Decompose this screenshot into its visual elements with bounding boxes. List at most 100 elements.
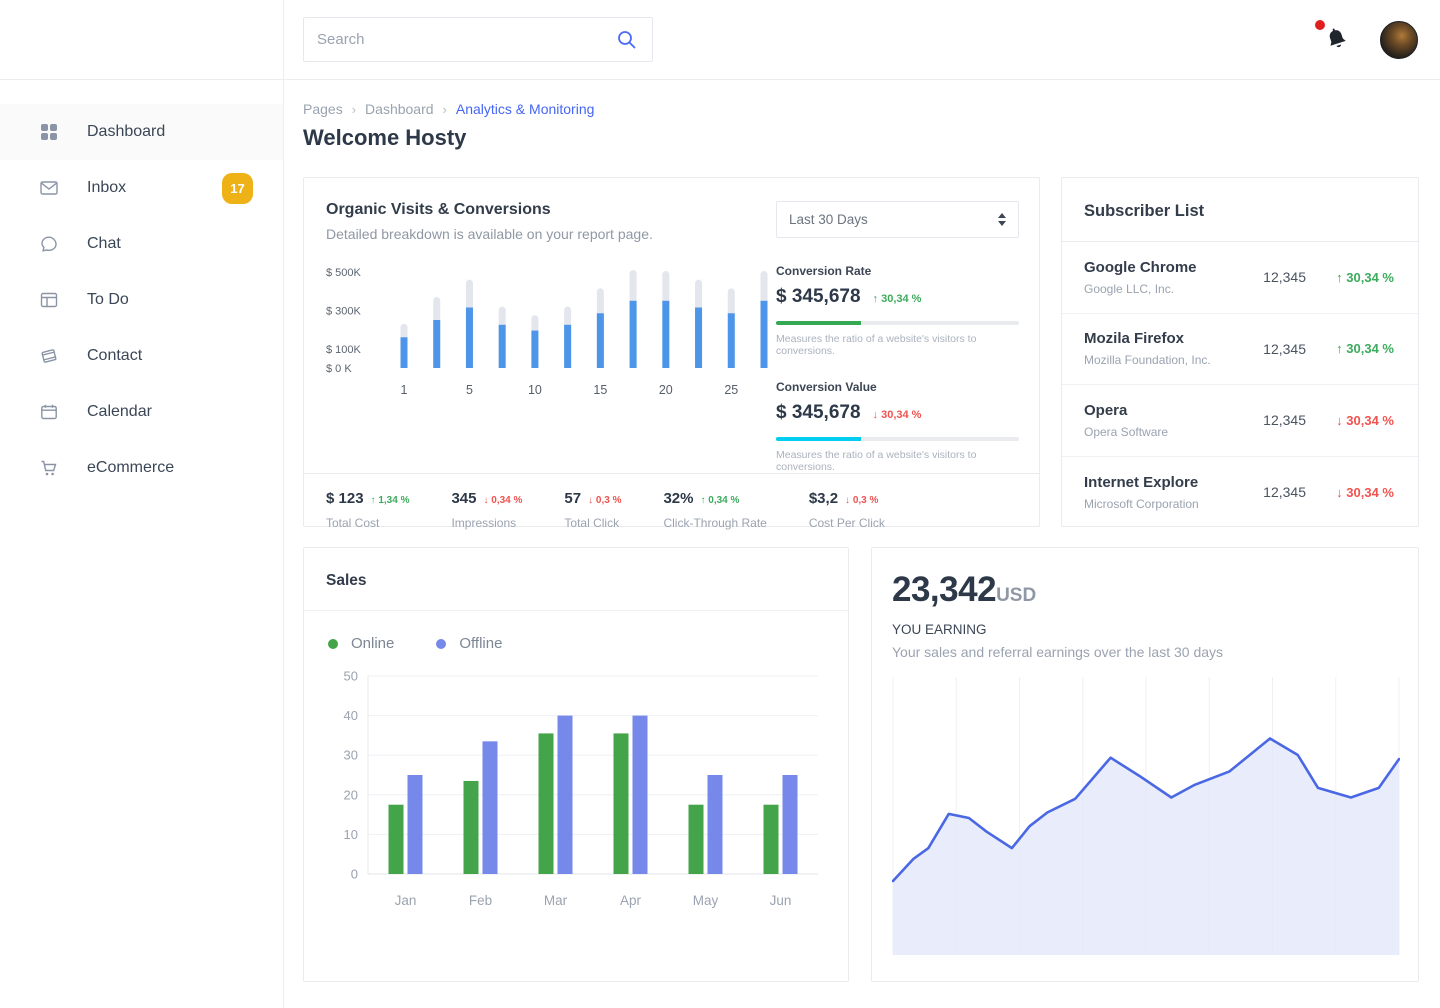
sales-card: Sales OnlineOffline 01020304050JanFebMar… <box>303 547 849 982</box>
sidebar-item-label: Chat <box>87 235 121 253</box>
breadcrumb-separator: › <box>443 102 447 117</box>
user-avatar[interactable] <box>1380 21 1418 59</box>
earnings-subtitle: Your sales and referral earnings over th… <box>892 644 1394 660</box>
inbox-badge: 17 <box>222 173 253 204</box>
subscriber-company: Microsoft Corporation <box>1084 497 1263 511</box>
sidebar-item-ecommerce[interactable]: eCommerce <box>0 440 283 496</box>
organic-bar-chart: $ 500K$ 300K$ 100K$ 0 K1510152025 <box>326 256 776 404</box>
svg-text:50: 50 <box>344 669 358 684</box>
stat-block: $ 123↑ 1,34 %Total Cost <box>326 490 409 530</box>
sidebar-item-label: Contact <box>87 347 142 365</box>
subscriber-name: Internet Explore <box>1084 474 1263 491</box>
sidebar-item-inbox[interactable]: Inbox17 <box>0 160 283 216</box>
earnings-card: 23,342 USD YOU EARNING Your sales and re… <box>871 547 1419 982</box>
stat-block: 57↓ 0,3 %Total Click <box>564 490 621 530</box>
svg-text:$ 500K: $ 500K <box>326 267 362 279</box>
subscriber-company: Opera Software <box>1084 425 1263 439</box>
stat-value-row: $ 123↑ 1,34 % <box>326 490 409 507</box>
breadcrumb: Pages › Dashboard › Analytics & Monitori… <box>303 101 1419 117</box>
stat-block: 32%↑ 0,34 % Click-Through Rate <box>663 490 766 530</box>
svg-text:$ 0 K: $ 0 K <box>326 363 352 375</box>
subscriber-info: OperaOpera Software <box>1084 402 1263 439</box>
logo-area <box>0 0 283 80</box>
sales-bar-chart: 01020304050JanFebMarAprMayJun <box>320 664 828 912</box>
sidebar: Dashboard Inbox17 Chat To Do Contact Calendar… <box>0 0 284 1008</box>
stat-block: $3,2↓ 0,3 %Cost Per Click <box>809 490 885 530</box>
contact-icon <box>38 345 60 367</box>
organic-card-heading: Organic Visits & Conversions Detailed br… <box>326 201 653 242</box>
subscriber-count: 12,345 <box>1263 412 1306 428</box>
svg-text:0: 0 <box>351 867 358 882</box>
sidebar-item-calendar[interactable]: Calendar <box>0 384 283 440</box>
conversion-value-row: $ 345,678↓ 30,34 % <box>776 402 1019 424</box>
calendar-icon <box>38 401 60 423</box>
subscriber-delta: ↓ 30,34 % <box>1324 413 1394 428</box>
conversion-value: $ 345,678 <box>776 286 861 308</box>
stat-label: Click-Through Rate <box>663 516 766 530</box>
svg-text:Mar: Mar <box>544 893 568 908</box>
svg-text:30: 30 <box>344 748 358 763</box>
conversion-progress-fill <box>776 437 861 441</box>
svg-text:10: 10 <box>528 383 542 397</box>
subscriber-name: Mozila Firefox <box>1084 330 1263 347</box>
subscriber-count: 12,345 <box>1263 341 1306 357</box>
sidebar-item-contact[interactable]: Contact <box>0 328 283 384</box>
conversion-label: Conversion Rate <box>776 264 1019 278</box>
subscriber-row[interactable]: OperaOpera Software12,345 ↓ 30,34 % <box>1062 385 1418 457</box>
svg-text:20: 20 <box>659 383 673 397</box>
stat-value: 57 <box>564 490 581 507</box>
subscriber-row[interactable]: Mozila Firefox Mozilla Foundation, Inc.12… <box>1062 314 1418 386</box>
search-icon[interactable] <box>615 28 639 52</box>
svg-text:40: 40 <box>344 708 358 723</box>
legend-label: Offline <box>459 635 502 652</box>
notifications-button[interactable] <box>1324 26 1350 54</box>
subscriber-company: Mozilla Foundation, Inc. <box>1084 353 1263 367</box>
stat-value: 345 <box>451 490 476 507</box>
inbox-icon <box>38 177 60 199</box>
organic-card-subtitle: Detailed breakdown is available on your … <box>326 226 653 242</box>
stat-label: Cost Per Click <box>809 516 885 530</box>
conversion-delta: ↑ 30,34 % <box>873 293 922 305</box>
period-select-value: Last 30 Days <box>789 212 868 227</box>
stat-block: 345↓ 0,34 %Impressions <box>451 490 522 530</box>
stat-delta: ↑ 0,34 % <box>701 495 740 506</box>
breadcrumb-pages[interactable]: Pages <box>303 101 343 117</box>
subscriber-count: 12,345 <box>1263 484 1306 500</box>
stat-value: $3,2 <box>809 490 838 507</box>
subscriber-delta: ↑ 30,34 % <box>1324 341 1394 356</box>
sidebar-item-label: Dashboard <box>87 123 165 141</box>
sales-card-title: Sales <box>304 548 848 611</box>
breadcrumb-active[interactable]: Analytics & Monitoring <box>456 101 595 117</box>
stat-value-row: 32%↑ 0,34 % <box>663 490 766 507</box>
conversion-label: Conversion Value <box>776 380 1019 394</box>
stat-value-row: 57↓ 0,3 % <box>564 490 621 507</box>
conversion-value: $ 345,678 <box>776 402 861 424</box>
sidebar-item-chat[interactable]: Chat <box>0 216 283 272</box>
conversion-block: Conversion Value$ 345,678↓ 30,34 %Measur… <box>776 380 1019 473</box>
conversion-progress-bar <box>776 437 1019 441</box>
subscriber-list-title: Subscriber List <box>1062 178 1418 242</box>
subscriber-row[interactable]: Internet Explore Microsoft Corporation12,… <box>1062 457 1418 529</box>
subscriber-count: 12,345 <box>1263 269 1306 285</box>
sidebar-item-dashboard[interactable]: Dashboard <box>0 104 283 160</box>
breadcrumb-dashboard[interactable]: Dashboard <box>365 101 434 117</box>
subscriber-row[interactable]: Google ChromeGoogle LLC, Inc.12,345↑ 30,… <box>1062 242 1418 314</box>
sales-legend: Online Offline <box>304 611 848 652</box>
period-select[interactable]: Last 30 Days <box>776 201 1019 238</box>
stat-delta: ↓ 0,34 % <box>484 495 523 506</box>
search-box[interactable] <box>303 17 653 62</box>
conversion-progress-fill <box>776 321 861 325</box>
svg-text:1: 1 <box>401 383 408 397</box>
select-arrows-icon <box>998 213 1006 226</box>
search-input[interactable] <box>317 31 615 48</box>
subscriber-info: Internet Explore Microsoft Corporation <box>1084 474 1263 511</box>
sidebar-item-todo[interactable]: To Do <box>0 272 283 328</box>
organic-stats-row: $ 123↑ 1,34 %Total Cost345↓ 0,34 %Impres… <box>304 473 1039 530</box>
legend-label: Online <box>351 635 394 652</box>
legend-dot <box>328 639 338 649</box>
subscriber-company: Google LLC, Inc. <box>1084 282 1263 296</box>
subscriber-info: Google ChromeGoogle LLC, Inc. <box>1084 259 1263 296</box>
conversion-block: Conversion Rate$ 345,678↑ 30,34 %Measure… <box>776 264 1019 357</box>
subscriber-rows: Google ChromeGoogle LLC, Inc.12,345↑ 30,… <box>1062 242 1418 528</box>
sidebar-item-label: To Do <box>87 291 129 309</box>
